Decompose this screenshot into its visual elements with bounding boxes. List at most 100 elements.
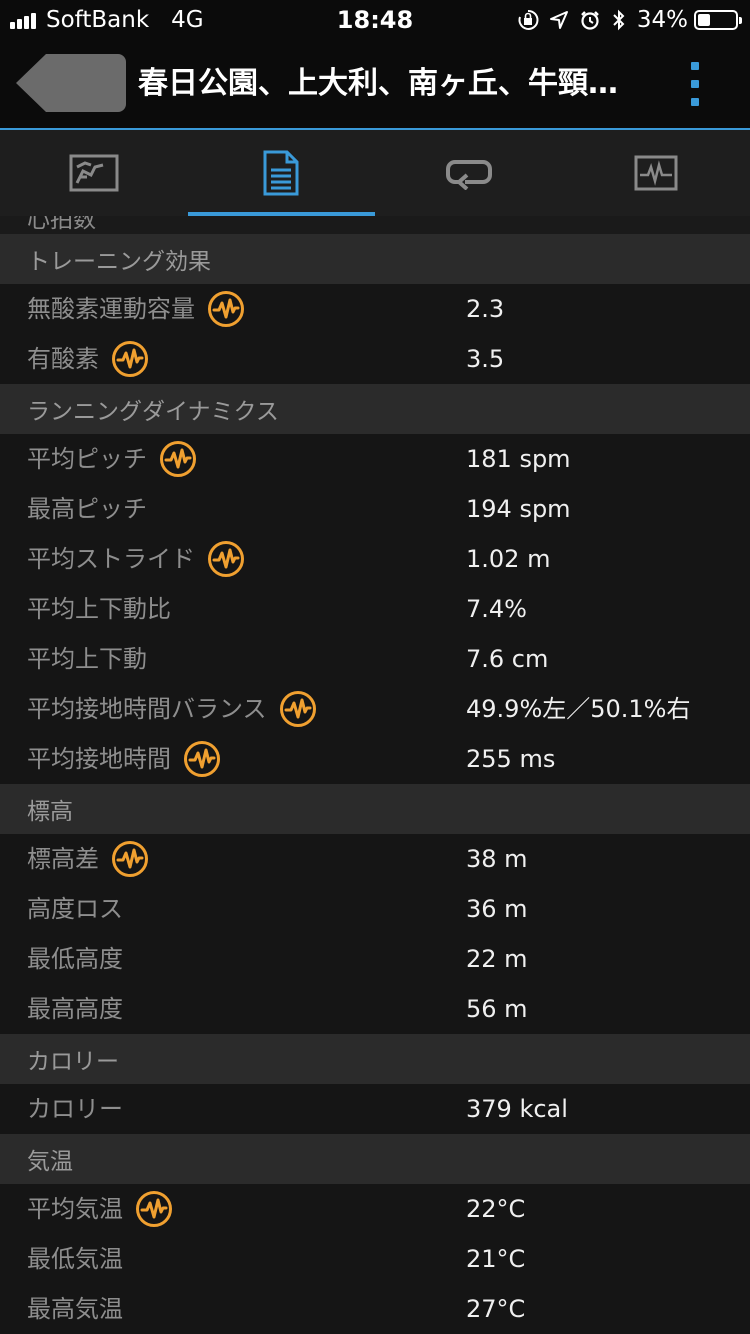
stat-value: 27°C [466, 1295, 526, 1323]
stat-row: 無酸素運動容量 2.3 [0, 284, 750, 334]
pulse-info-icon[interactable] [207, 540, 245, 578]
stat-value: 49.9%左／50.1%右 [466, 695, 691, 723]
battery-percent: 34% [636, 7, 688, 33]
stat-label: カロリー [27, 1095, 123, 1123]
stat-label-wrap: 最低気温 [27, 1234, 123, 1284]
stat-label-wrap: 平均接地時間 [27, 734, 221, 784]
status-bar: SoftBank 4G 18:48 34% [0, 0, 750, 40]
pulse-info-icon[interactable] [159, 440, 197, 478]
stat-value: 56 m [466, 995, 528, 1023]
stat-label: 最低気温 [27, 1245, 123, 1273]
stat-label: 平均接地時間バランス [27, 695, 267, 723]
sections-container: トレーニング効果 無酸素運動容量 2.3 有酸素 3.5 ランニングダイナミクス 平均ピッチ… [0, 234, 750, 1334]
stat-label-wrap: 最高高度 [27, 984, 123, 1034]
tab-map[interactable] [0, 130, 188, 216]
stat-label-wrap: 平均接地時間バランス [27, 684, 317, 734]
stat-value: 7.6 cm [466, 645, 549, 673]
stat-label: 最低高度 [27, 945, 123, 973]
stat-value: 38 m [466, 845, 528, 873]
stat-row: 平均気温 22°C [0, 1184, 750, 1234]
location-icon [549, 11, 568, 29]
pulse-info-icon[interactable] [279, 690, 317, 728]
stat-label: 最高ピッチ [27, 495, 147, 523]
tab-laps[interactable] [375, 130, 563, 216]
section-header: ランニングダイナミクス [0, 384, 750, 434]
stat-label-wrap: 有酸素 [27, 334, 149, 384]
stat-value: 21°C [466, 1245, 526, 1273]
stat-label: 平均ストライド [27, 545, 195, 573]
stat-value: 3.5 [466, 345, 505, 373]
bluetooth-icon [613, 9, 625, 31]
stat-label-wrap: 最低高度 [27, 934, 123, 984]
back-button[interactable] [14, 54, 126, 112]
page-title: 春日公園、上大利、南ヶ丘、牛頸… [138, 66, 618, 101]
status-right: 34% [517, 6, 742, 34]
stat-label: 無酸素運動容量 [27, 295, 195, 323]
stat-label: 平均接地時間 [27, 745, 171, 773]
stat-label-wrap: 最高気温 [27, 1284, 123, 1334]
partial-section-header: 心拍数 [0, 216, 750, 234]
stat-row: 平均ピッチ 181 spm [0, 434, 750, 484]
stat-label-wrap: 無酸素運動容量 [27, 284, 245, 334]
stat-row: 平均上下動比 7.4% [0, 584, 750, 634]
stat-value: 2.3 [466, 295, 505, 323]
section-header: カロリー [0, 1034, 750, 1084]
partial-label: 心拍数 [27, 216, 96, 233]
stat-value: 194 spm [466, 495, 571, 523]
stat-value: 7.4% [466, 595, 527, 623]
stat-label-wrap: 平均上下動 [27, 634, 147, 684]
stat-label: 平均上下動比 [27, 595, 171, 623]
stat-label-wrap: カロリー [27, 1084, 123, 1134]
chart-icon [634, 155, 678, 191]
stat-value: 22°C [466, 1195, 526, 1223]
stat-value: 255 ms [466, 745, 556, 773]
stat-label: 標高差 [27, 845, 99, 873]
stat-row: カロリー 379 kcal [0, 1084, 750, 1134]
stat-label: 高度ロス [27, 895, 123, 923]
stat-row: 平均接地時間バランス 49.9%左／50.1%右 [0, 684, 750, 734]
pulse-info-icon[interactable] [135, 1190, 173, 1228]
stat-label-wrap: 高度ロス [27, 884, 123, 934]
stat-row: 平均上下動 7.6 cm [0, 634, 750, 684]
stat-row: 最高高度 56 m [0, 984, 750, 1034]
stat-row: 最高ピッチ 194 spm [0, 484, 750, 534]
document-icon [263, 150, 299, 196]
stat-label: 平均気温 [27, 1195, 123, 1223]
stat-value: 1.02 m [466, 545, 551, 573]
stat-label-wrap: 平均ストライド [27, 534, 245, 584]
tab-bar [0, 130, 750, 217]
stat-label: 平均上下動 [27, 645, 147, 673]
stat-row: 最高気温 27°C [0, 1284, 750, 1334]
stat-label-wrap: 標高差 [27, 834, 149, 884]
stat-row: 高度ロス 36 m [0, 884, 750, 934]
pulse-info-icon[interactable] [111, 840, 149, 878]
stat-row: 標高差 38 m [0, 834, 750, 884]
stat-label-wrap: 平均上下動比 [27, 584, 171, 634]
stat-row: 有酸素 3.5 [0, 334, 750, 384]
stat-value: 36 m [466, 895, 528, 923]
pulse-info-icon[interactable] [183, 740, 221, 778]
stat-value: 379 kcal [466, 1095, 568, 1123]
stat-value: 22 m [466, 945, 528, 973]
title-bar: 春日公園、上大利、南ヶ丘、牛頸… [0, 40, 750, 130]
stat-label: 最高高度 [27, 995, 123, 1023]
stat-label: 平均ピッチ [27, 445, 147, 473]
section-header: 気温 [0, 1134, 750, 1184]
stat-label-wrap: 最高ピッチ [27, 484, 147, 534]
map-icon [69, 154, 119, 192]
loop-icon [445, 160, 492, 190]
orientation-lock-icon [518, 9, 539, 30]
stat-label: 最高気温 [27, 1295, 123, 1323]
pulse-info-icon[interactable] [207, 290, 245, 328]
stat-row: 最低高度 22 m [0, 934, 750, 984]
alarm-icon [581, 11, 599, 30]
stat-row: 最低気温 21°C [0, 1234, 750, 1284]
stat-label-wrap: 平均ピッチ [27, 434, 197, 484]
details-list[interactable]: 心拍数 トレーニング効果 無酸素運動容量 2.3 有酸素 3.5 ランニングダイナミクス平… [0, 216, 750, 1334]
tab-charts[interactable] [563, 130, 750, 216]
more-options-button[interactable] [680, 62, 710, 106]
stat-value: 181 spm [466, 445, 571, 473]
tab-details[interactable] [187, 130, 376, 216]
stat-row: 平均ストライド 1.02 m [0, 534, 750, 584]
pulse-info-icon[interactable] [111, 340, 149, 378]
